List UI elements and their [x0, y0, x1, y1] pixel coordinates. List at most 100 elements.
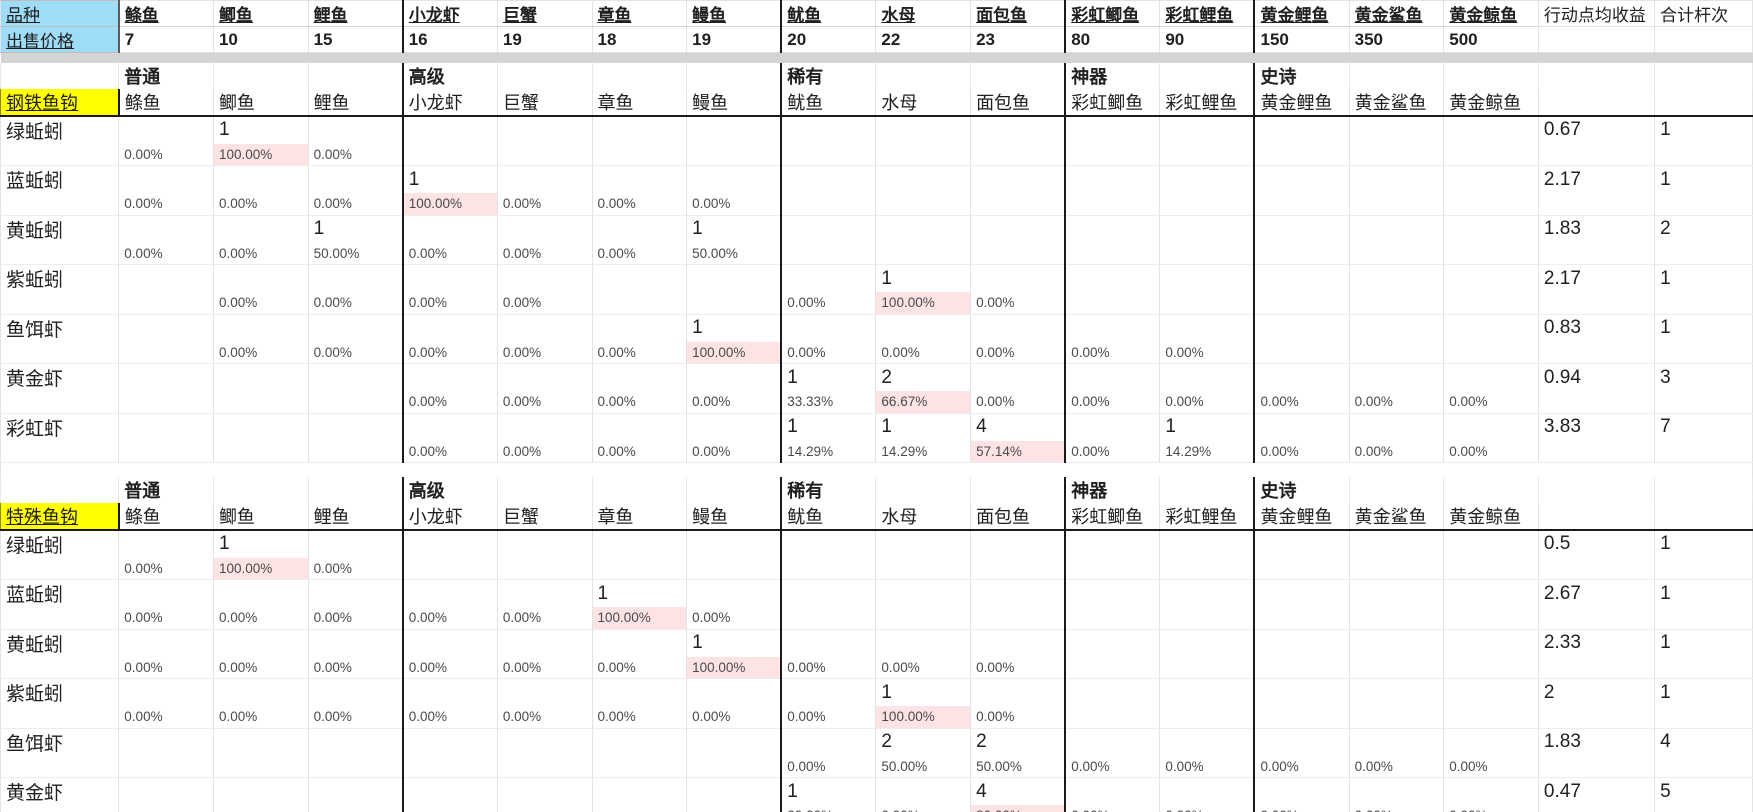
section-fish-header: 章鱼 — [591, 88, 688, 117]
rarity-label-common: 普通 — [118, 62, 214, 89]
catch-count — [1064, 413, 1161, 441]
catch-count — [1159, 579, 1255, 607]
rods-value: 1 — [1654, 629, 1753, 657]
percent-row-spacer — [0, 193, 120, 216]
catch-count — [1443, 529, 1539, 558]
catch-count — [875, 314, 972, 342]
catch-count — [118, 264, 214, 292]
rods-value: 2 — [1654, 215, 1753, 243]
catch-percent — [1159, 607, 1255, 630]
catch-count — [1348, 529, 1445, 558]
catch-count — [307, 728, 404, 756]
section-fish-header: 鳗鱼 — [686, 502, 782, 531]
rarity-label-artifact — [1159, 476, 1255, 503]
catch-percent: 100.00% — [591, 607, 688, 630]
catch-count — [1443, 629, 1539, 657]
catch-count — [118, 529, 214, 558]
fish-price: 10 — [212, 26, 309, 53]
catch-count — [496, 529, 593, 558]
catch-count — [970, 629, 1066, 657]
percent-row-spacer — [0, 391, 120, 414]
catch-count — [1348, 579, 1445, 607]
catch-count: 1 — [780, 777, 877, 805]
catch-count — [970, 363, 1066, 391]
percent-rods-spacer — [1654, 706, 1753, 729]
catch-count — [496, 678, 593, 706]
catch-count — [212, 579, 309, 607]
catch-count — [1348, 115, 1445, 144]
section-fish-header: 鱿鱼 — [780, 502, 877, 531]
catch-percent — [1159, 557, 1255, 580]
catch-count — [1064, 314, 1161, 342]
catch-count — [780, 215, 877, 243]
catch-percent: 0.00% — [118, 143, 214, 166]
percent-gain-spacer — [1537, 440, 1656, 463]
catch-percent — [1443, 656, 1539, 679]
catch-count — [875, 165, 972, 193]
bait-percent-row: 0.00% 0.00% 0.00% 0.00% 0.00% 0.00% 0.00% 0.00%… — [0, 706, 1753, 729]
percent-rods-spacer — [1654, 440, 1753, 463]
catch-count — [780, 629, 877, 657]
catch-percent — [118, 440, 214, 463]
catch-count — [118, 413, 214, 441]
rods-value: 5 — [1654, 777, 1753, 805]
rods-value: 1 — [1654, 529, 1753, 558]
catch-count — [875, 777, 972, 805]
catch-count — [401, 629, 498, 657]
catch-count — [970, 264, 1066, 292]
percent-rods-spacer — [1654, 557, 1753, 580]
catch-count — [118, 777, 214, 805]
catch-percent: 0.00% — [401, 292, 498, 315]
catch-percent: 0.00% — [401, 391, 498, 414]
catch-percent — [1253, 706, 1350, 729]
catch-percent — [496, 557, 593, 580]
catch-count — [401, 529, 498, 558]
percent-rods-spacer — [1654, 292, 1753, 315]
fish-price: 150 — [1253, 26, 1350, 53]
bait-label: 蓝蚯蚓 — [0, 165, 120, 193]
gain-value: 3.83 — [1537, 413, 1656, 441]
catch-percent — [591, 292, 688, 315]
rods-header-spacer — [1654, 26, 1753, 53]
fish-price: 90 — [1159, 26, 1255, 53]
catch-count — [401, 215, 498, 243]
rarity-label-rare — [970, 62, 1066, 89]
rarity-label-common: 普通 — [118, 476, 214, 503]
rods-value: 7 — [1654, 413, 1753, 441]
rods-value: 1 — [1654, 115, 1753, 144]
section-fish-header: 鲦鱼 — [118, 502, 214, 531]
catch-percent — [307, 755, 404, 778]
rods-value: 1 — [1654, 678, 1753, 706]
catch-percent — [1348, 341, 1445, 364]
fish-price: 19 — [686, 26, 782, 53]
catch-count — [780, 529, 877, 558]
catch-count — [686, 529, 782, 558]
catch-count — [118, 678, 214, 706]
catch-count — [307, 678, 404, 706]
rarity-band-row-1: 普通 高级 稀有 神器 史诗 — [0, 476, 1753, 503]
percent-gain-spacer — [1537, 242, 1656, 265]
catch-count: 4 — [970, 413, 1066, 441]
fish-price: 7 — [118, 26, 214, 53]
catch-percent: 0.00% — [401, 242, 498, 265]
catch-count — [591, 629, 688, 657]
catch-percent — [401, 805, 498, 812]
fish-name-header: 鳗鱼 — [686, 0, 782, 27]
section-fish-header: 巨蟹 — [496, 502, 593, 531]
rarity-label-advanced: 高级 — [401, 62, 498, 89]
catch-count — [401, 314, 498, 342]
catch-percent — [686, 292, 782, 315]
catch-percent: 0.00% — [780, 341, 877, 364]
catch-count — [780, 165, 877, 193]
catch-count — [212, 728, 309, 756]
catch-count — [401, 678, 498, 706]
catch-percent — [1064, 706, 1161, 729]
catch-percent — [780, 607, 877, 630]
catch-percent: 0.00% — [780, 706, 877, 729]
gain-value: 2.17 — [1537, 264, 1656, 292]
section-fish-header: 巨蟹 — [496, 88, 593, 117]
percent-gain-spacer — [1537, 607, 1656, 630]
catch-count — [591, 529, 688, 558]
catch-percent — [1064, 193, 1161, 216]
catch-count — [1159, 165, 1255, 193]
